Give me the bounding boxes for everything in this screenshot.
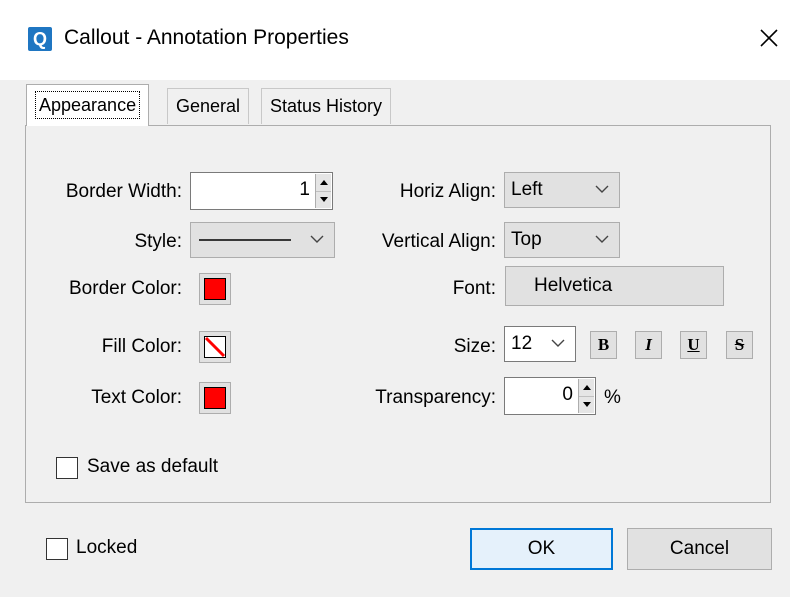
transparency-input[interactable]: 0	[504, 377, 596, 415]
italic-icon: I	[645, 335, 652, 354]
font-button[interactable]: Helvetica	[505, 266, 724, 306]
style-select[interactable]	[190, 222, 335, 258]
underline-button[interactable]: U	[680, 331, 707, 359]
app-icon: Q	[28, 27, 52, 51]
size-value: 12	[511, 333, 533, 354]
tab-appearance[interactable]: Appearance	[26, 84, 150, 126]
transparency-value: 0	[562, 384, 573, 405]
text-color-label: Text Color:	[91, 387, 182, 408]
cancel-button[interactable]: Cancel	[627, 528, 772, 570]
border-width-label: Border Width:	[65, 181, 182, 202]
tab-general-label: General	[176, 96, 241, 116]
save-default-checkbox[interactable]	[56, 457, 78, 479]
tab-appearance-label: Appearance	[35, 91, 141, 119]
locked-label: Locked	[76, 537, 138, 558]
size-select[interactable]: 12	[504, 326, 576, 362]
window-title: Callout - Annotation Properties	[64, 26, 349, 49]
text-color-swatch	[204, 387, 226, 409]
border-color-swatch	[204, 278, 226, 300]
horiz-align-select[interactable]: Left	[504, 172, 620, 208]
chevron-down-icon	[595, 185, 609, 193]
transparency-unit: %	[604, 387, 621, 408]
transparency-down[interactable]	[579, 396, 594, 413]
tab-status-history-label: Status History	[270, 96, 383, 116]
bold-button[interactable]: B	[590, 331, 617, 359]
close-button[interactable]	[752, 20, 786, 56]
chevron-down-icon	[310, 235, 324, 243]
border-width-value: 1	[299, 179, 310, 200]
spin-down-icon	[582, 402, 591, 408]
horiz-align-label: Horiz Align:	[399, 181, 496, 202]
border-width-input[interactable]: 1	[190, 172, 333, 210]
no-fill-icon	[204, 336, 226, 358]
tab-general[interactable]: General	[167, 88, 250, 124]
border-color-button[interactable]	[199, 273, 231, 305]
fill-color-label: Fill Color:	[101, 336, 182, 357]
chevron-down-icon	[595, 235, 609, 243]
bold-icon: B	[597, 335, 610, 354]
italic-button[interactable]: I	[635, 331, 662, 359]
border-width-down[interactable]	[316, 191, 331, 208]
border-color-label: Border Color:	[69, 278, 182, 299]
ok-button[interactable]: OK	[470, 528, 613, 570]
font-label: Font:	[452, 278, 496, 299]
vertical-align-label: Vertical Align:	[381, 231, 496, 252]
strikethrough-button[interactable]: S	[726, 331, 753, 359]
line-style-preview	[199, 239, 291, 241]
underline-icon: U	[687, 335, 700, 354]
transparency-label: Transparency:	[375, 387, 496, 408]
size-label: Size:	[453, 336, 496, 357]
horiz-align-value: Left	[511, 179, 543, 200]
strikethrough-icon: S	[734, 335, 745, 354]
spin-up-icon	[319, 179, 328, 185]
style-label: Style:	[134, 231, 182, 252]
spin-up-icon	[582, 384, 591, 390]
font-value: Helvetica	[534, 275, 613, 296]
locked-checkbox[interactable]	[46, 538, 68, 560]
vertical-align-value: Top	[511, 229, 542, 250]
spin-down-icon	[319, 197, 328, 203]
border-width-up[interactable]	[316, 174, 331, 192]
save-default-label: Save as default	[87, 456, 218, 477]
transparency-up[interactable]	[579, 379, 594, 397]
text-color-button[interactable]	[199, 382, 231, 414]
close-icon	[760, 29, 778, 47]
chevron-down-icon	[551, 339, 565, 347]
fill-color-button[interactable]	[199, 331, 231, 363]
tab-status-history[interactable]: Status History	[261, 88, 392, 124]
vertical-align-select[interactable]: Top	[504, 222, 620, 258]
